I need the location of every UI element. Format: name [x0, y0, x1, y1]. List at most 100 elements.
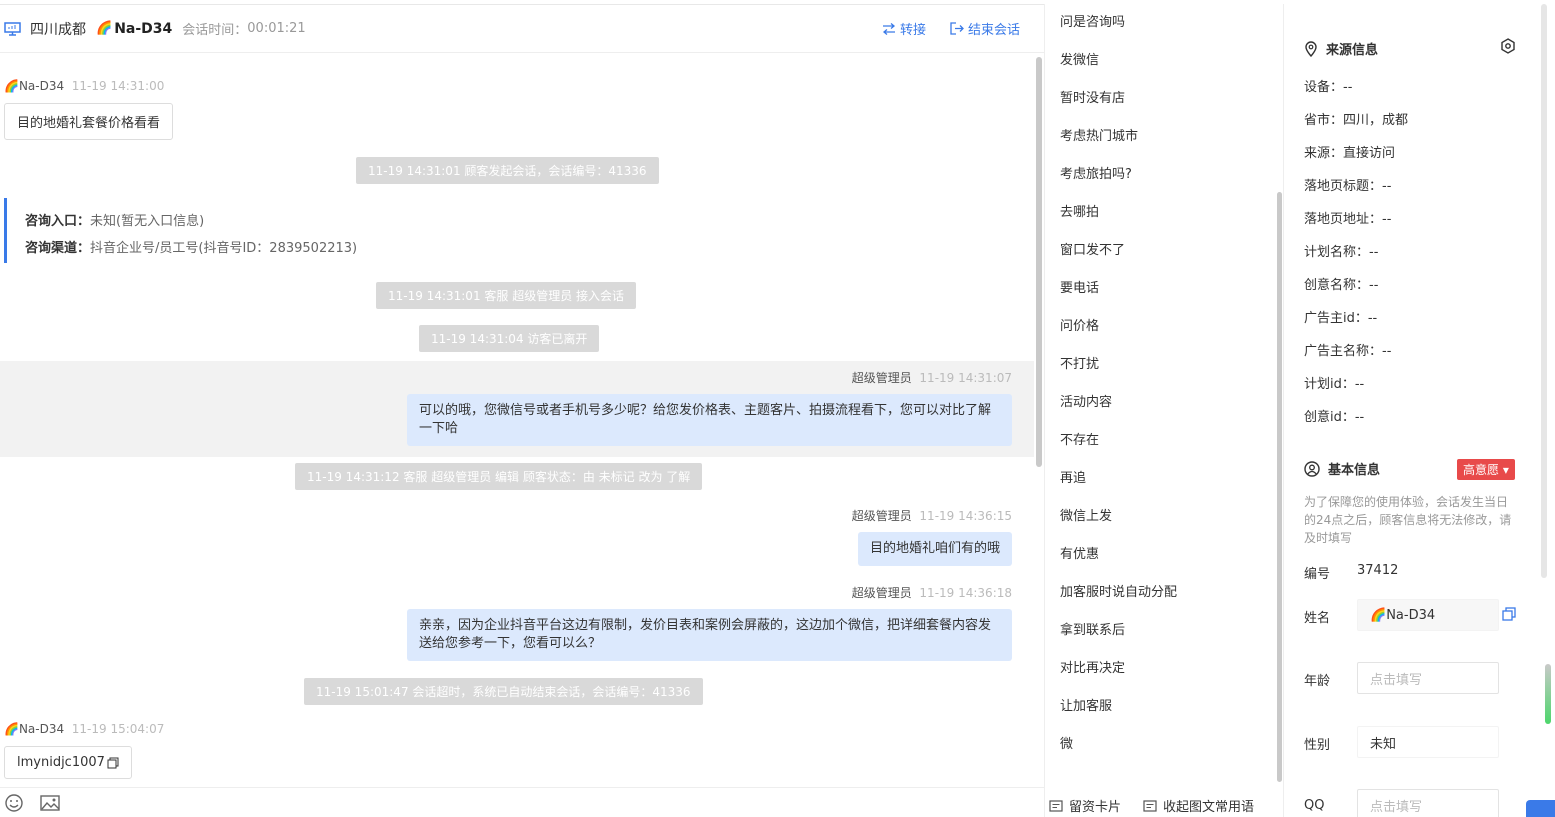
message-time: 11-19 14:31:00 — [71, 79, 165, 93]
quick-reply-item[interactable]: 微 — [1060, 726, 1283, 764]
visitor-message: 目的地婚礼套餐价格看看 — [4, 103, 174, 140]
system-message: 11-19 14:31:01 顾客发起会话，会话编号：41336 — [356, 157, 659, 184]
settings-icon[interactable] — [1500, 38, 1516, 54]
sender-name: Na-D34 — [18, 722, 65, 736]
session-time: 00:01:21 — [247, 21, 306, 36]
sender-name: 超级管理员 — [851, 509, 912, 523]
source-info-row: 创意名称：-- — [1304, 278, 1379, 293]
source-info-row: 设备：-- — [1304, 80, 1353, 95]
system-message: 11-19 14:31:04 访客已离开 — [419, 325, 600, 352]
transfer-icon — [882, 22, 895, 35]
session-time-label: 会话时间： — [182, 23, 248, 38]
quick-reply-item[interactable]: 让加客服 — [1060, 688, 1283, 726]
rainbow-icon: 🌈 — [1370, 607, 1387, 623]
quick-reply-panel: 问是咨询吗 发微信 暂时没有店 考虑热门城市 考虑旅拍吗? 去哪拍 窗口发不了 要电话 问价格不… — [1044, 4, 1284, 817]
end-session-label: 结束会话 — [967, 23, 1020, 38]
visitor-message: lmynidjc1007 — [4, 746, 132, 779]
rainbow-icon: 🌈 — [4, 79, 19, 93]
message-meta: 超级管理员 11-19 14:36:15 — [852, 507, 1012, 524]
quick-reply-item[interactable]: 活动内容 — [1060, 384, 1283, 422]
end-session-button[interactable]: 结束会话 — [950, 19, 1020, 38]
sender-name: 超级管理员 — [851, 371, 912, 385]
basic-info-title: 基本信息 — [1328, 463, 1381, 478]
info-scrollbar-thumb[interactable] — [1545, 664, 1551, 724]
name-field[interactable]: 🌈 Na-D34 — [1357, 599, 1499, 631]
quick-reply-item[interactable]: 去哪拍 — [1060, 194, 1283, 232]
name-label: 姓名 — [1304, 611, 1331, 626]
source-info-row: 计划id：-- — [1304, 377, 1365, 392]
transfer-label: 转接 — [899, 23, 926, 38]
gender-select[interactable]: 未知 — [1357, 726, 1499, 758]
card-icon — [1143, 799, 1157, 812]
rainbow-icon: 🌈 — [96, 21, 113, 36]
quick-reply-item[interactable]: 不打扰 — [1060, 346, 1283, 384]
quick-reply-item[interactable]: 窗口发不了 — [1060, 232, 1283, 270]
intent-level-label: 高意愿 — [1463, 463, 1500, 477]
quick-reply-item[interactable]: 要电话 — [1060, 270, 1283, 308]
source-info-row: 创意id：-- — [1304, 410, 1365, 425]
message-meta: 超级管理员 11-19 14:31:07 — [852, 369, 1012, 386]
message-meta: 🌈Na-D34 11-19 15:04:07 — [4, 722, 164, 736]
quick-reply-item[interactable]: 考虑旅拍吗? — [1060, 156, 1283, 194]
collapse-quick-reply-button[interactable]: 收起图文常用语 — [1143, 796, 1254, 815]
quick-reply-item[interactable]: 问是咨询吗 — [1060, 4, 1283, 42]
copy-icon[interactable] — [107, 757, 119, 769]
message-time: 11-19 14:36:18 — [919, 586, 1012, 600]
system-message: 11-19 14:31:01 客服 超级管理员 接入会话 — [376, 282, 637, 309]
age-input[interactable]: 点击填写 — [1357, 662, 1499, 694]
customer-id-value: 37412 — [1357, 563, 1399, 578]
emoji-icon[interactable] — [4, 793, 24, 813]
quick-reply-item[interactable]: 不存在 — [1060, 422, 1283, 460]
user-circle-icon — [1304, 460, 1320, 477]
source-info-row: 落地页标题：-- — [1304, 179, 1392, 194]
source-info-row: 广告主id：-- — [1304, 311, 1378, 326]
system-message: 11-19 15:01:47 会话超时，系统已自动结束会话，会话编号：41336 — [304, 678, 703, 705]
quick-reply-item[interactable]: 加客服时说自动分配 — [1060, 574, 1283, 612]
info-scrollbar-track[interactable] — [1541, 4, 1547, 578]
quick-reply-item[interactable]: 微信上发 — [1060, 498, 1283, 536]
chat-scrollbar[interactable] — [1036, 57, 1042, 467]
floating-action-button[interactable] — [1526, 800, 1555, 817]
qq-label: QQ — [1304, 798, 1325, 813]
message-time: 11-19 15:04:07 — [71, 722, 165, 736]
monitor-icon — [4, 21, 21, 36]
source-info-title: 来源信息 — [1326, 43, 1379, 58]
visitor-location: 四川成都 — [30, 21, 86, 38]
caret-down-icon: ▾ — [1502, 463, 1509, 477]
header-actions: 转接 结束会话 — [882, 19, 1020, 38]
visitor-message-text: lmynidjc1007 — [17, 755, 105, 770]
location-pin-icon — [1305, 40, 1317, 57]
quick-reply-item[interactable]: 暂时没有店 — [1060, 80, 1283, 118]
source-info-row: 来源：直接访问 — [1304, 146, 1396, 161]
transfer-button[interactable]: 转接 — [882, 19, 926, 38]
copy-icon[interactable] — [1502, 607, 1516, 621]
source-info-row: 计划名称：-- — [1304, 245, 1379, 260]
quick-reply-item[interactable]: 问价格 — [1060, 308, 1283, 346]
agent-message: 目的地婚礼咱们有的哦 — [857, 532, 1012, 566]
message-meta: 超级管理员 11-19 14:36:18 — [852, 584, 1012, 601]
quick-reply-item[interactable]: 再追 — [1060, 460, 1283, 498]
quick-reply-scrollbar[interactable] — [1277, 192, 1282, 782]
lead-card-label: 留资卡片 — [1069, 800, 1122, 815]
intent-level-dropdown[interactable]: 高意愿 ▾ — [1457, 459, 1515, 480]
sender-name: 超级管理员 — [851, 586, 912, 600]
image-icon[interactable] — [40, 793, 60, 813]
chat-panel: 四川成都 🌈 Na-D34 会话时间： 00:01:21 转接 结束会话 🌈Na… — [0, 4, 1044, 817]
sender-name: Na-D34 — [18, 79, 65, 93]
qq-input[interactable]: 点击填写 — [1357, 789, 1499, 817]
quick-reply-item[interactable]: 拿到联系后 — [1060, 612, 1283, 650]
entry-label: 咨询入口： — [25, 214, 91, 229]
gender-label: 性别 — [1304, 738, 1331, 753]
quick-reply-item[interactable]: 有优惠 — [1060, 536, 1283, 574]
quick-reply-item[interactable]: 对比再决定 — [1060, 650, 1283, 688]
message-list[interactable]: 🌈Na-D34 11-19 14:31:00 目的地婚礼套餐价格看看 11-19… — [0, 53, 1034, 787]
source-info-row: 省市：四川，成都 — [1304, 113, 1409, 128]
lead-card-button[interactable]: 留资卡片 — [1049, 796, 1121, 815]
message-time: 11-19 14:36:15 — [919, 509, 1012, 523]
name-value: Na-D34 — [1386, 607, 1436, 623]
source-info-header: 来源信息 — [1304, 39, 1378, 58]
system-message: 11-19 14:31:12 客服 超级管理员 编辑 顾客状态：由 未标记 改为… — [295, 463, 703, 490]
quick-reply-item[interactable]: 考虑热门城市 — [1060, 118, 1283, 156]
channel-label: 咨询渠道： — [25, 241, 91, 256]
quick-reply-item[interactable]: 发微信 — [1060, 42, 1283, 80]
